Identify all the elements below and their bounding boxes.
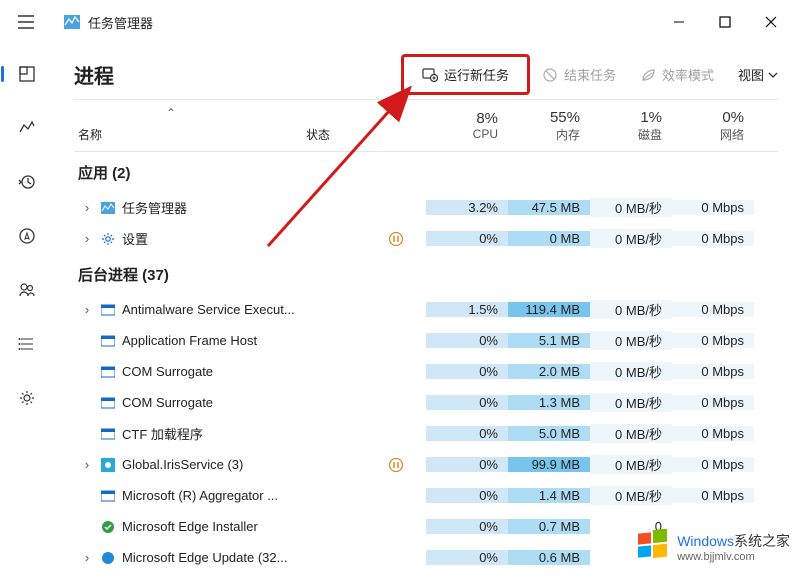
column-headers: ⌃ 名称 状态 8%CPU 55%内存 1%磁盘 0%网络 bbox=[74, 100, 778, 152]
services-icon bbox=[18, 389, 36, 407]
processes-icon bbox=[18, 65, 36, 83]
users-icon bbox=[18, 281, 36, 299]
sidebar bbox=[0, 44, 54, 575]
nav-processes[interactable] bbox=[7, 56, 47, 92]
watermark: Windows系统之家 www.bjjmlv.com bbox=[635, 529, 790, 565]
iris-row-icon bbox=[100, 457, 116, 473]
header-disk[interactable]: 1%磁盘 bbox=[590, 100, 672, 151]
process-row-icon bbox=[100, 302, 116, 318]
table-row[interactable]: ›任务管理器 3.2% 47.5 MB 0 MB/秒 0 Mbps bbox=[74, 192, 778, 223]
maximize-button[interactable] bbox=[702, 6, 748, 38]
pause-icon bbox=[388, 457, 404, 473]
view-button[interactable]: 视图 bbox=[738, 65, 778, 84]
leaf-icon bbox=[640, 67, 656, 83]
process-row-icon bbox=[100, 395, 116, 411]
startup-icon bbox=[18, 227, 36, 245]
process-row-icon bbox=[100, 333, 116, 349]
performance-icon bbox=[18, 119, 36, 137]
process-list[interactable]: 应用 (2) ›任务管理器 3.2% 47.5 MB 0 MB/秒 0 Mbps… bbox=[74, 152, 778, 567]
efficiency-mode-button: 效率模式 bbox=[628, 59, 726, 90]
main: 进程 运行新任务 结束任务 效率模式 视图 ⌃ 名称 bbox=[54, 44, 802, 575]
watermark-url: www.bjjmlv.com bbox=[677, 551, 790, 563]
group-background[interactable]: 后台进程 (37) bbox=[74, 254, 778, 294]
nav-users[interactable] bbox=[7, 272, 47, 308]
header-cpu[interactable]: 8%CPU bbox=[426, 100, 508, 151]
minimize-button[interactable] bbox=[656, 6, 702, 38]
header-status[interactable]: 状态 bbox=[306, 100, 426, 151]
history-icon bbox=[18, 173, 36, 191]
header-memory[interactable]: 55%内存 bbox=[508, 100, 590, 151]
view-label: 视图 bbox=[738, 65, 764, 84]
table-row[interactable]: ›设置 0% 0 MB 0 MB/秒 0 Mbps bbox=[74, 223, 778, 254]
nav-apphistory[interactable] bbox=[7, 164, 47, 200]
process-row-icon bbox=[100, 488, 116, 504]
titlebar: 任务管理器 bbox=[0, 0, 802, 44]
end-task-label: 结束任务 bbox=[564, 65, 616, 84]
window-title: 任务管理器 bbox=[88, 13, 153, 32]
chevron-down-icon bbox=[768, 70, 778, 80]
edge-update-icon bbox=[100, 550, 116, 566]
maximize-icon bbox=[719, 16, 731, 28]
details-icon bbox=[18, 335, 36, 353]
close-button[interactable] bbox=[748, 6, 794, 38]
run-new-task-label: 运行新任务 bbox=[444, 65, 509, 84]
table-row[interactable]: Application Frame Host 0% 5.1 MB 0 MB/秒 … bbox=[74, 325, 778, 356]
table-row[interactable]: COM Surrogate 0% 2.0 MB 0 MB/秒 0 Mbps bbox=[74, 356, 778, 387]
end-task-icon bbox=[542, 67, 558, 83]
end-task-button: 结束任务 bbox=[530, 59, 628, 90]
minimize-icon bbox=[673, 16, 685, 28]
table-row[interactable]: CTF 加载程序 0% 5.0 MB 0 MB/秒 0 Mbps bbox=[74, 418, 778, 449]
pause-icon bbox=[388, 231, 404, 247]
expand-icon[interactable]: › bbox=[80, 302, 94, 317]
table-row[interactable]: COM Surrogate 0% 1.3 MB 0 MB/秒 0 Mbps bbox=[74, 387, 778, 418]
edge-installer-icon bbox=[100, 519, 116, 535]
nav-services[interactable] bbox=[7, 380, 47, 416]
app-row-icon bbox=[100, 200, 116, 216]
settings-row-icon bbox=[100, 231, 116, 247]
expand-icon[interactable]: › bbox=[80, 457, 94, 472]
sort-indicator-icon: ⌃ bbox=[166, 106, 176, 120]
nav-startup[interactable] bbox=[7, 218, 47, 254]
expand-icon[interactable]: › bbox=[80, 231, 94, 246]
close-icon bbox=[765, 16, 777, 28]
windows-logo-icon bbox=[635, 529, 671, 565]
expand-icon[interactable]: › bbox=[80, 200, 94, 215]
table-row[interactable]: ›Global.IrisService (3) 0% 99.9 MB 0 MB/… bbox=[74, 449, 778, 480]
expand-icon[interactable]: › bbox=[80, 550, 94, 565]
page-title: 进程 bbox=[74, 60, 114, 89]
group-apps[interactable]: 应用 (2) bbox=[74, 152, 778, 192]
menu-button[interactable] bbox=[8, 4, 44, 40]
header-network[interactable]: 0%网络 bbox=[672, 100, 754, 151]
process-row-icon bbox=[100, 426, 116, 442]
nav-performance[interactable] bbox=[7, 110, 47, 146]
run-new-task-button[interactable]: 运行新任务 bbox=[401, 54, 530, 95]
table-row[interactable]: ›Antimalware Service Execut... 1.5% 119.… bbox=[74, 294, 778, 325]
efficiency-label: 效率模式 bbox=[662, 65, 714, 84]
toolbar: 进程 运行新任务 结束任务 效率模式 视图 bbox=[74, 50, 778, 100]
table-row[interactable]: Microsoft (R) Aggregator ... 0% 1.4 MB 0… bbox=[74, 480, 778, 511]
run-task-icon bbox=[422, 67, 438, 83]
header-name[interactable]: ⌃ 名称 bbox=[74, 100, 306, 151]
process-row-icon bbox=[100, 364, 116, 380]
nav-details[interactable] bbox=[7, 326, 47, 362]
app-icon bbox=[62, 12, 82, 32]
hamburger-icon bbox=[18, 15, 34, 29]
